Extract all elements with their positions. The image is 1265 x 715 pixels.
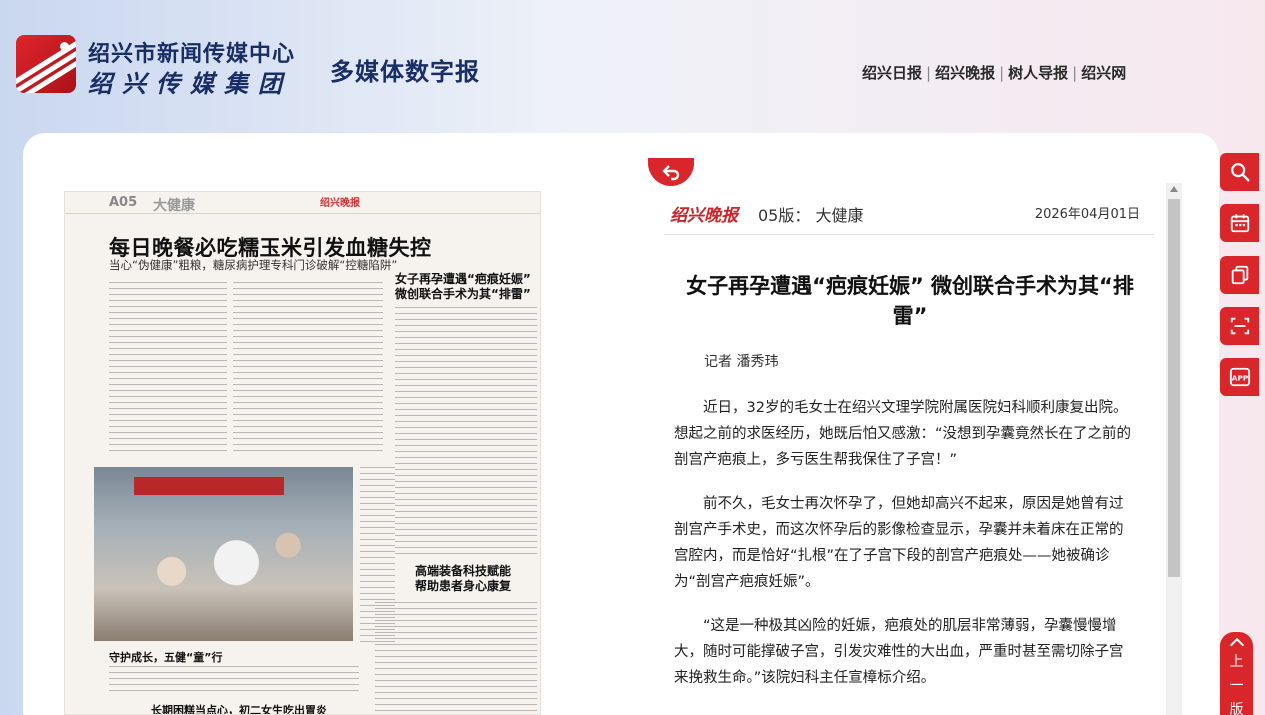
product-name: 多媒体数字报 [330, 58, 480, 86]
paper-bottom-title[interactable]: 长期困糕当点心，初二女生吃出胃炎 [151, 702, 327, 714]
photo-caption: 守护成长，五健“童”行 [109, 651, 223, 664]
paper-page-code: A05 [109, 195, 138, 210]
calendar-icon [1230, 214, 1249, 233]
article-body: 近日，32岁的毛女士在绍兴文理学院附属医院妇科顺利康复出院。想起之前的求医经历，… [674, 395, 1136, 709]
logo-icon[interactable] [16, 35, 76, 93]
scan-icon [1230, 317, 1249, 335]
article-paragraph: 前不久，毛女士再次怀孕了，但她却高兴不起来，原因是她曾有过剖宫产手术史，而这次怀… [674, 496, 1124, 590]
nav-link-shaoxing-evening[interactable]: 绍兴晚报 [935, 64, 995, 82]
nav-link-shaoxing-net[interactable]: 绍兴网 [1081, 64, 1126, 82]
article-paragraph: “这是一种极其凶险的妊娠，疤痕处的肌层非常薄弱，孕囊慢慢增大，随时可能撑破子宫，… [674, 618, 1124, 686]
article-date: 2026年04月01日 [1034, 207, 1140, 222]
app-download-button[interactable]: APP [1220, 358, 1259, 396]
back-arrow-icon [662, 165, 680, 181]
article-title: 女子再孕遭遇“疤痕妊娠” 微创联合手术为其“排雷” [686, 274, 1134, 328]
text-column [395, 307, 537, 557]
paper-subhead: 当心“伪健康”粗粮，糖尿病护理专科门诊破解“控糖陷阱” [109, 258, 398, 272]
copy-button[interactable] [1220, 256, 1259, 294]
scrollbar-thumb[interactable] [1168, 199, 1180, 577]
copy-icon [1231, 265, 1248, 285]
svg-text:APP: APP [1231, 374, 1248, 383]
app-icon: APP [1229, 367, 1250, 387]
calendar-button[interactable] [1220, 204, 1259, 242]
paper-side-title-2[interactable]: 高端装备科技赋能 帮助患者身心康复 [415, 564, 511, 594]
paper-section: 大健康 [153, 198, 195, 214]
search-icon [1230, 163, 1249, 182]
article-paragraph: 近日，32岁的毛女士在绍兴文理学院附属医院妇科顺利康复出院。想起之前的求医经历，… [674, 400, 1132, 468]
previous-edition-button[interactable]: 上一版 [1220, 632, 1253, 715]
paper-side-title-1[interactable]: 女子再孕遭遇“疤痕妊娠” 微创联合手术为其“排雷” [395, 272, 531, 302]
article-scrollbar[interactable] [1166, 183, 1182, 715]
top-nav: 绍兴日报 | 绍兴晚报 | 树人导报 | 绍兴网 [862, 64, 1127, 82]
scan-button[interactable] [1220, 307, 1259, 345]
article-panel: 绍兴晚报 05版： 大健康 2026年04月01日 女子再孕遭遇“疤痕妊娠” 微… [664, 191, 1164, 715]
newspaper-page-thumbnail[interactable]: A05 大健康 绍兴晚报 每日晚餐必吃糯玉米引发血糖失控 当心“伪健康”粗粮，糖… [64, 191, 541, 715]
nav-link-shuren-herald[interactable]: 树人导报 [1008, 64, 1068, 82]
article-brand: 绍兴晚报 [670, 206, 738, 226]
group-name: 绍兴传媒集团 [88, 69, 292, 98]
article-edition: 05版： 大健康 [758, 206, 864, 225]
text-column [109, 666, 359, 694]
news-photo[interactable] [94, 467, 353, 641]
text-column [109, 282, 227, 452]
site-header: 绍兴市新闻传媒中心 绍兴传媒集团 多媒体数字报 绍兴日报 | 绍兴晚报 | 树人导报 | 绍… [0, 0, 1265, 130]
article-header: 绍兴晚报 05版： 大健康 2026年04月01日 [664, 191, 1154, 235]
text-column [233, 282, 383, 452]
paper-brand: 绍兴晚报 [320, 198, 360, 209]
search-button[interactable] [1220, 153, 1259, 191]
article-byline: 记者 潘秀玮 [704, 354, 779, 370]
text-column [375, 602, 537, 712]
previous-edition-label: 上一版 [1229, 654, 1244, 715]
scroll-up-arrow-icon[interactable] [1170, 186, 1178, 192]
nav-link-shaoxing-daily[interactable]: 绍兴日报 [862, 64, 922, 82]
